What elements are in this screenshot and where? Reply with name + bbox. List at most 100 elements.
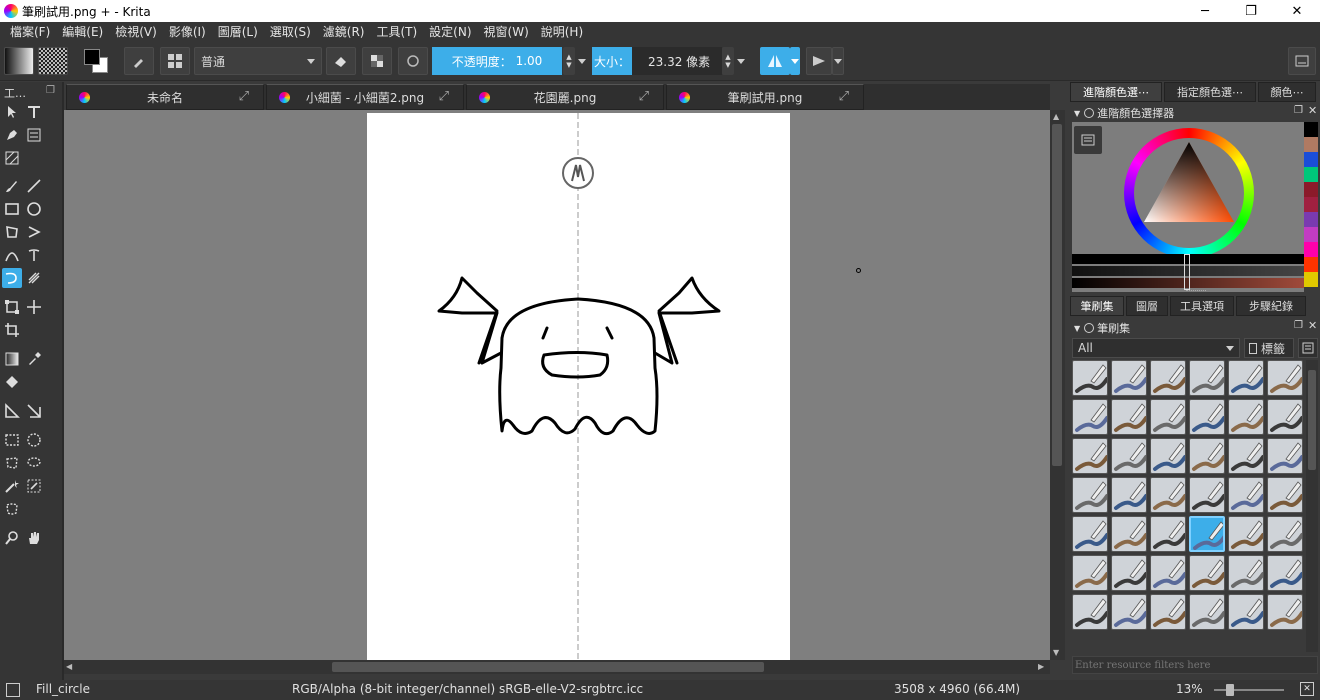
color-swatch[interactable]: [1304, 197, 1318, 212]
rectangular-selection-tool[interactable]: [2, 430, 22, 450]
size-options-arrow[interactable]: [737, 59, 745, 64]
color-swatch[interactable]: [1304, 137, 1318, 152]
scroll-up-icon[interactable]: ▲: [1053, 112, 1059, 121]
text-tool[interactable]: [24, 102, 44, 122]
brush-preset-thumbnail[interactable]: [1111, 360, 1147, 396]
brush-preset-thumbnail[interactable]: [1150, 438, 1186, 474]
brush-preset-thumbnail[interactable]: [1072, 516, 1108, 552]
fill-tool[interactable]: [2, 372, 22, 392]
brush-preset-thumbnail[interactable]: [1189, 516, 1225, 552]
brush-settings-button[interactable]: [160, 47, 190, 75]
opacity-options-arrow[interactable]: [578, 59, 586, 64]
color-selector-settings-button[interactable]: [1074, 126, 1102, 154]
brush-preset-thumbnail[interactable]: [1228, 516, 1264, 552]
color-selector-area[interactable]: [1072, 122, 1304, 292]
size-spin[interactable]: ▲ ▼: [722, 47, 734, 75]
brush-preset-thumbnail[interactable]: [1111, 516, 1147, 552]
brush-preset-thumbnail[interactable]: [1072, 360, 1108, 396]
freehand-brush-tool[interactable]: [2, 176, 22, 196]
maximize-button[interactable]: ❐: [1228, 0, 1274, 22]
menu-layer[interactable]: 圖層(L): [212, 23, 264, 40]
menu-settings[interactable]: 設定(N): [423, 23, 477, 40]
mirror-horizontal-button[interactable]: [760, 47, 790, 75]
collapse-icon[interactable]: ▼: [1074, 324, 1080, 333]
brush-preset-thumbnail[interactable]: [1267, 399, 1303, 435]
brush-preset-thumbnail[interactable]: [1228, 594, 1264, 630]
brush-view-options-button[interactable]: [1298, 338, 1318, 358]
brush-preset-thumbnail[interactable]: [1189, 399, 1225, 435]
opacity-slider[interactable]: 不透明度： 1.00: [432, 47, 562, 75]
menu-help[interactable]: 說明(H): [535, 23, 589, 40]
brush-preset-thumbnail[interactable]: [1072, 555, 1108, 591]
lock-icon[interactable]: [1084, 323, 1095, 333]
float-docker-icon[interactable]: ❐: [1294, 320, 1303, 331]
zoom-tool[interactable]: [2, 528, 22, 548]
toolbox-float-icon[interactable]: ❐: [46, 85, 55, 96]
brush-tag-filter-dropdown[interactable]: All: [1072, 338, 1240, 358]
foreground-color-swatch[interactable]: [84, 49, 100, 65]
brush-grid-scrollbar[interactable]: [1306, 360, 1318, 652]
zoom-slider-handle[interactable]: [1226, 684, 1234, 696]
brush-preset-thumbnail[interactable]: [1072, 477, 1108, 513]
color-swatch[interactable]: [1304, 122, 1318, 137]
brush-preset-thumbnail[interactable]: [1189, 477, 1225, 513]
brush-preset-thumbnail[interactable]: [1072, 438, 1108, 474]
gradient-selector[interactable]: [4, 47, 34, 75]
menu-filter[interactable]: 濾鏡(R): [317, 23, 371, 40]
brush-preset-thumbnail[interactable]: [1150, 594, 1186, 630]
pin-icon[interactable]: ⤢: [239, 89, 249, 104]
blend-mode-dropdown[interactable]: 普通: [194, 47, 322, 75]
mirror-axis-handle[interactable]: [562, 157, 594, 189]
brush-preset-thumbnail[interactable]: [1111, 438, 1147, 474]
minimize-button[interactable]: ─: [1182, 0, 1228, 22]
preserve-alpha-button[interactable]: [362, 47, 392, 75]
brush-grid-scroll-thumb[interactable]: [1308, 370, 1316, 470]
brush-preset-thumbnail[interactable]: [1189, 555, 1225, 591]
brush-preset-thumbnail[interactable]: [1228, 477, 1264, 513]
rectangle-tool[interactable]: [2, 199, 22, 219]
color-swatch[interactable]: [1304, 272, 1318, 287]
bezier-curve-tool[interactable]: [2, 245, 22, 265]
brush-preset-thumbnail[interactable]: [1189, 360, 1225, 396]
canvas-vertical-scrollbar[interactable]: ▲ ▼: [1050, 110, 1065, 660]
pin-icon[interactable]: ⤢: [439, 89, 449, 104]
brush-preset-thumbnail[interactable]: [1072, 594, 1108, 630]
bezier-selection-tool[interactable]: [2, 499, 22, 519]
eraser-mode-button[interactable]: [326, 47, 356, 75]
brush-preset-thumbnail[interactable]: [1150, 360, 1186, 396]
pattern-selector[interactable]: [38, 47, 68, 75]
contiguous-selection-tool[interactable]: [2, 476, 22, 496]
docker-splitter[interactable]: [1186, 290, 1206, 293]
tab-tool-options[interactable]: 工具選項: [1170, 296, 1234, 316]
similar-color-selection-tool[interactable]: [24, 476, 44, 496]
polygon-tool[interactable]: [2, 222, 22, 242]
color-swatch[interactable]: [1304, 152, 1318, 167]
menu-file[interactable]: 檔案(F): [4, 23, 56, 40]
brush-preset-thumbnail[interactable]: [1267, 555, 1303, 591]
color-swatch[interactable]: [1304, 227, 1318, 242]
color-space-info[interactable]: RGB/Alpha (8-bit integer/channel) sRGB-e…: [292, 682, 643, 696]
color-picker-tool[interactable]: [24, 349, 44, 369]
color-swatch[interactable]: [1304, 167, 1318, 182]
measure-tool[interactable]: [2, 401, 22, 421]
tab-brush-presets[interactable]: 筆刷集: [1070, 296, 1124, 316]
opacity-spin[interactable]: ▲ ▼: [563, 47, 575, 75]
brush-preset-thumbnail[interactable]: [1267, 477, 1303, 513]
select-shapes-tool[interactable]: [2, 102, 22, 122]
fit-view-icon[interactable]: ✕: [1300, 682, 1314, 696]
gradient-tool[interactable]: [2, 349, 22, 369]
tab-advanced-color-selector[interactable]: 進階顏色選⋯: [1070, 82, 1162, 102]
polyline-tool[interactable]: [24, 222, 44, 242]
dynamic-brush-tool[interactable]: [2, 268, 22, 288]
menu-tools[interactable]: 工具(T): [370, 23, 423, 40]
brush-preset-thumbnail[interactable]: [1072, 399, 1108, 435]
tab-layers[interactable]: 圖層: [1126, 296, 1168, 316]
value-bar-handle[interactable]: [1184, 254, 1190, 290]
mirror-horizontal-options[interactable]: [790, 47, 800, 75]
freehand-path-tool[interactable]: [24, 245, 44, 265]
brush-preset-thumbnail[interactable]: [1111, 399, 1147, 435]
crop-tool[interactable]: [2, 320, 22, 340]
menu-image[interactable]: 影像(I): [163, 23, 212, 40]
brush-preset-thumbnail[interactable]: [1150, 516, 1186, 552]
tag-button[interactable]: 標籤: [1244, 338, 1294, 358]
